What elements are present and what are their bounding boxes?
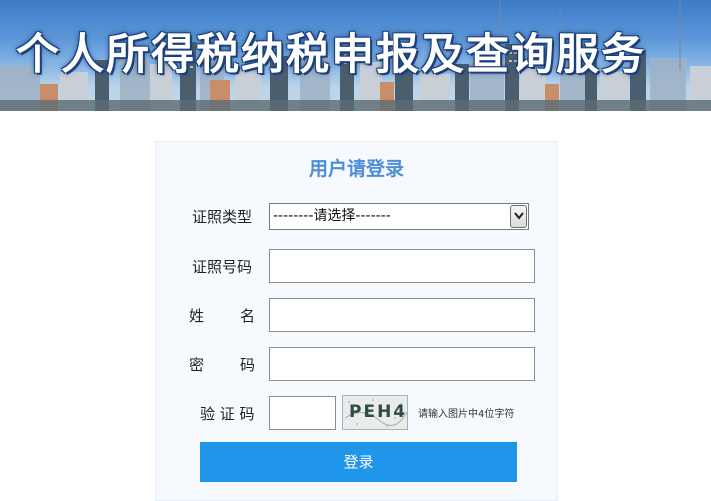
name-label-char-1: 姓 <box>189 307 205 325</box>
captcha-label: 验 证 码 <box>200 405 255 423</box>
name-label-char-2: 名 <box>240 307 256 325</box>
captcha-image-text: PEH4 <box>349 402 408 422</box>
banner-title: 个人所得税纳税申报及查询服务 <box>16 30 646 80</box>
id-type-label: 证照类型 <box>192 208 253 226</box>
captcha-hint: 请输入图片中4位字符 <box>418 409 515 420</box>
name-input[interactable] <box>269 298 535 332</box>
header-banner: 个人所得税纳税申报及查询服务 <box>0 0 711 111</box>
id-number-label: 证照号码 <box>192 258 253 276</box>
password-input[interactable] <box>269 347 535 381</box>
password-label-char-2: 码 <box>240 356 256 374</box>
captcha-input[interactable] <box>269 396 336 430</box>
captcha-image[interactable]: PEH4 <box>342 395 408 430</box>
login-button[interactable]: 登录 <box>200 442 517 482</box>
id-number-input[interactable] <box>269 249 535 283</box>
id-type-select[interactable]: --------请选择------- <box>269 203 529 230</box>
id-type-selected-value: --------请选择------- <box>273 208 391 224</box>
chevron-down-icon[interactable] <box>510 205 527 228</box>
login-title: 用户请登录 <box>308 158 404 180</box>
password-label-char-1: 密 <box>189 356 205 374</box>
login-panel: 用户请登录 证照类型 --------请选择------- 证照号码 姓 名 密… <box>155 141 558 501</box>
